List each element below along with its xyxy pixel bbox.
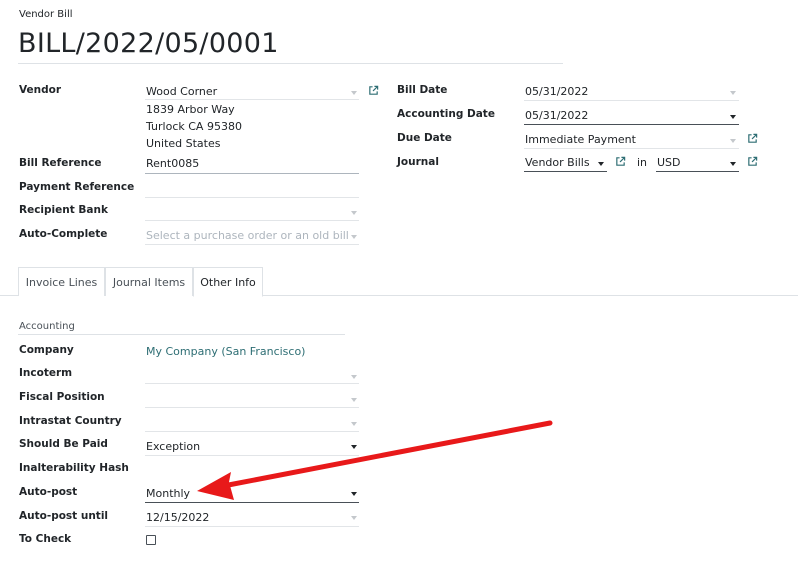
annotation-arrow	[197, 420, 553, 500]
annotation-arrow-head	[197, 472, 234, 500]
annotation-arrow-shaft	[215, 420, 553, 490]
